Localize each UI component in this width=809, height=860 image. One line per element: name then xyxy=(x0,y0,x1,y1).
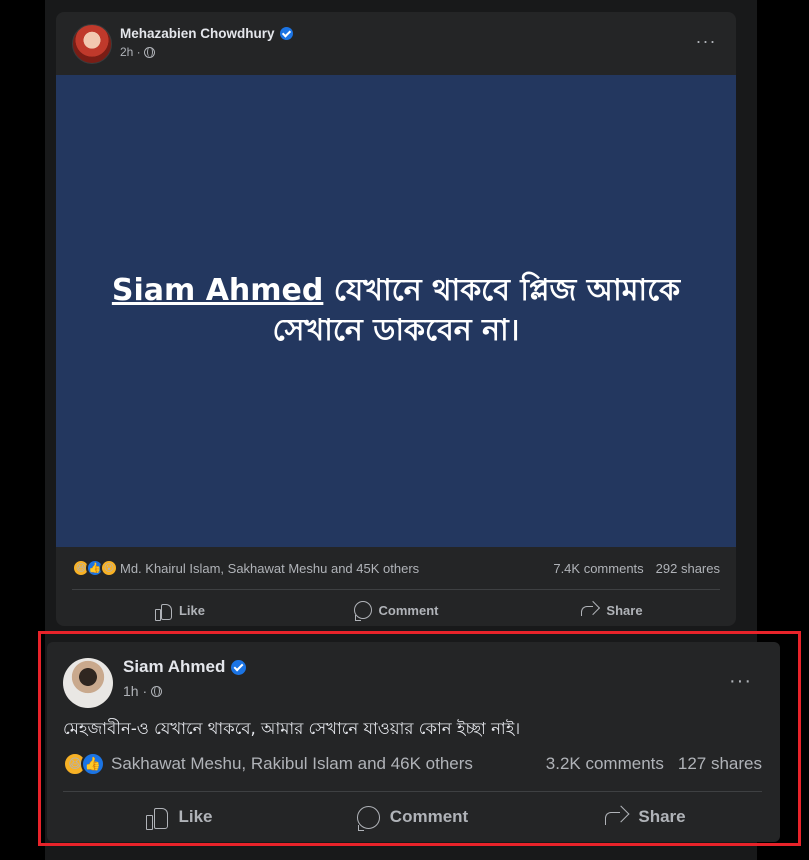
comment-button[interactable]: Comment xyxy=(296,800,529,834)
post-meta: 2h · xyxy=(120,45,155,59)
post-siam: Siam Ahmed 1h · ··· মেহজাবীন-ও যেখানে থা… xyxy=(47,642,780,842)
comment-bubble-icon xyxy=(356,805,380,831)
wow-reaction-icon: 😮 xyxy=(100,559,118,577)
comments-count[interactable]: 3.2K comments xyxy=(546,754,664,774)
author-name-text[interactable]: Siam Ahmed xyxy=(123,657,225,677)
reactions-summary[interactable]: Sakhawat Meshu, Rakibul Islam and 46K ot… xyxy=(111,754,473,774)
like-button[interactable]: Like xyxy=(72,595,288,625)
like-reaction-icon: 👍 xyxy=(81,752,105,776)
globe-icon xyxy=(143,46,155,58)
comments-count[interactable]: 7.4K comments xyxy=(553,561,643,576)
comment-label: Comment xyxy=(378,602,439,618)
verified-badge-icon xyxy=(231,659,247,675)
share-button[interactable]: Share xyxy=(529,800,762,834)
post-meta: 1h · xyxy=(123,683,163,699)
share-button[interactable]: Share xyxy=(504,595,720,625)
like-label: Like xyxy=(178,807,213,826)
divider xyxy=(63,791,762,792)
banner-text: Siam Ahmed যেখানে থাকবে প্লিজ আমাকে সেখা… xyxy=(96,271,696,352)
post-actions: Like Comment Share xyxy=(72,595,720,625)
reactions-summary[interactable]: Md. Khairul Islam, Sakhawat Meshu and 45… xyxy=(120,561,419,576)
post-header: Mehazabien Chowdhury 2h · ··· xyxy=(72,24,720,64)
divider xyxy=(72,589,720,590)
post-actions: Like Comment Share xyxy=(63,800,762,834)
avatar[interactable] xyxy=(63,658,113,708)
more-options-icon[interactable]: ··· xyxy=(692,32,720,56)
tagged-user-link[interactable]: Siam Ahmed xyxy=(112,273,324,308)
post-time[interactable]: 2h · xyxy=(120,45,141,59)
share-arrow-icon xyxy=(605,807,628,827)
more-options-icon[interactable]: ··· xyxy=(729,670,752,693)
comment-button[interactable]: Comment xyxy=(288,595,504,625)
share-label: Share xyxy=(606,602,643,618)
reaction-icons[interactable]: 😆 👍 😮 xyxy=(72,559,118,577)
globe-icon xyxy=(151,685,163,697)
banner-text-body: যেখানে থাকবে প্লিজ আমাকে সেখানে ডাকবেন ন… xyxy=(272,272,681,349)
post-mehazabien: Mehazabien Chowdhury 2h · ··· Siam Ahmed… xyxy=(56,12,736,626)
post-stats: 😆 👍 😮 Md. Khairul Islam, Sakhawat Meshu … xyxy=(72,556,720,580)
comment-label: Comment xyxy=(389,807,469,826)
like-button[interactable]: Like xyxy=(63,800,296,834)
like-label: Like xyxy=(178,602,205,618)
reaction-icons[interactable]: 😆 👍 xyxy=(63,752,105,776)
post-time[interactable]: 1h · xyxy=(123,683,147,699)
avatar[interactable] xyxy=(72,24,112,64)
post-stats: 😆 👍 Sakhawat Meshu, Rakibul Islam and 46… xyxy=(63,750,762,778)
share-label: Share xyxy=(638,807,686,826)
comment-bubble-icon xyxy=(353,601,372,621)
post-text: মেহজাবীন-ও যেখানে থাকবে, আমার সেখানে যাও… xyxy=(63,719,521,738)
shares-count[interactable]: 292 shares xyxy=(656,561,720,576)
author-name-text[interactable]: Mehazabien Chowdhury xyxy=(120,26,275,41)
author-name[interactable]: Siam Ahmed xyxy=(123,657,247,677)
share-arrow-icon xyxy=(581,602,599,618)
verified-badge-icon xyxy=(279,27,293,40)
thumbs-up-icon xyxy=(154,602,172,621)
author-name[interactable]: Mehazabien Chowdhury xyxy=(120,26,293,41)
shares-count[interactable]: 127 shares xyxy=(678,754,762,774)
thumbs-up-icon xyxy=(146,806,169,830)
text-post-banner: Siam Ahmed যেখানে থাকবে প্লিজ আমাকে সেখা… xyxy=(56,75,736,547)
